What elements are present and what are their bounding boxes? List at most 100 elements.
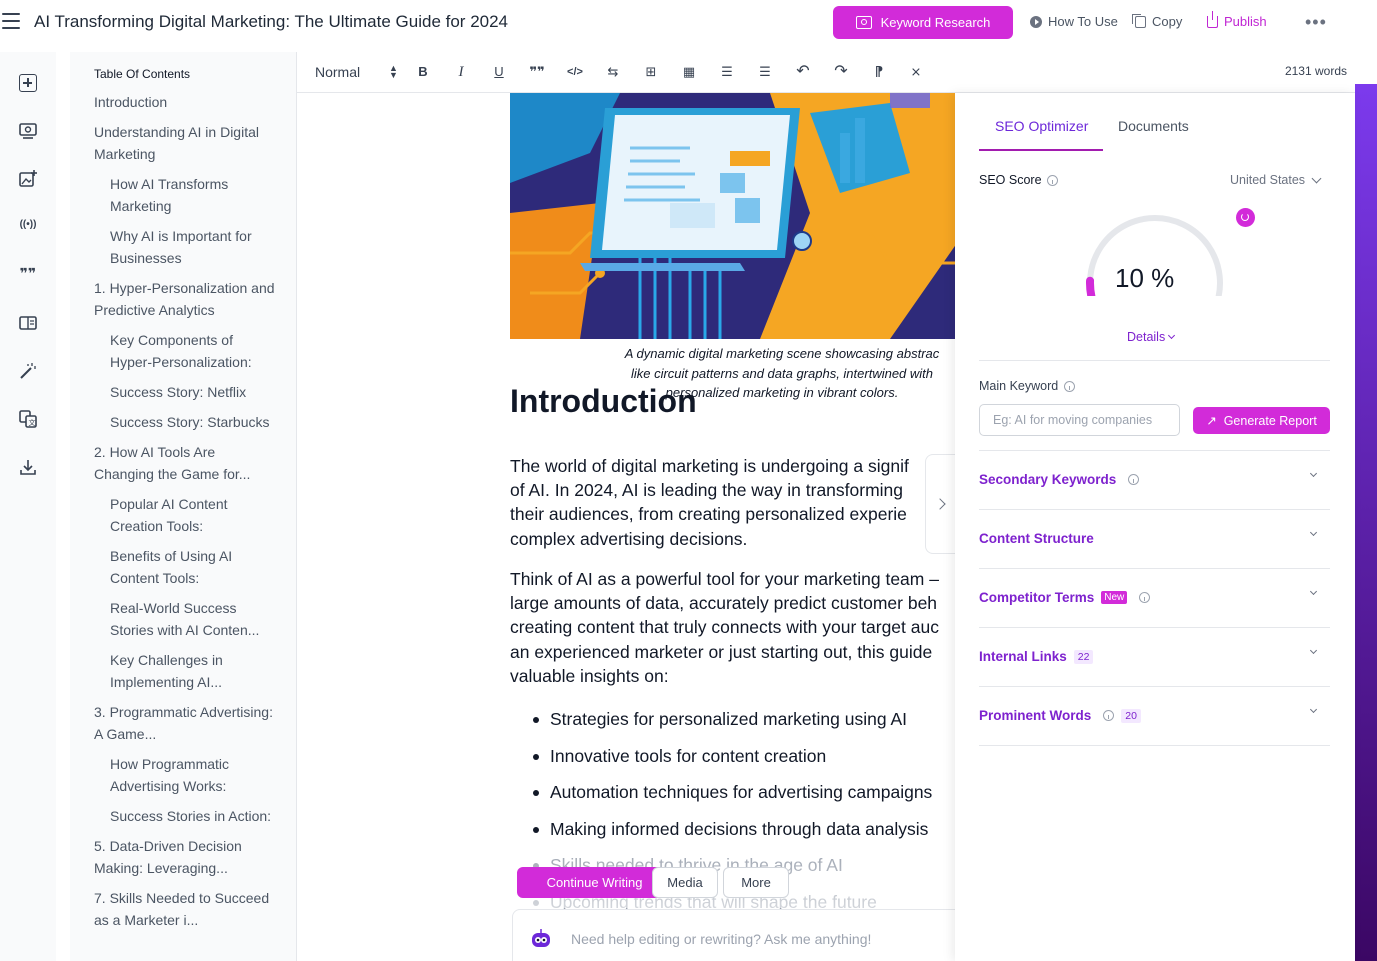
translate-icon[interactable]: 文 — [19, 410, 37, 428]
link-button[interactable]: ⇆ — [603, 63, 623, 81]
toc-item[interactable]: 3. Programmatic Advertising: A Game... — [70, 701, 275, 753]
toc-item[interactable]: Understanding AI in Digital Marketing — [70, 121, 275, 173]
toc-item[interactable]: Success Stories in Action: — [70, 805, 275, 835]
media-button[interactable]: Media — [652, 867, 718, 898]
ordered-list-button[interactable]: ☰ — [717, 63, 737, 81]
quote-button[interactable]: ❞❞ — [527, 63, 547, 81]
chevron-down-icon — [1309, 587, 1318, 596]
toc-item[interactable]: 2. How AI Tools Are Changing the Game fo… — [70, 441, 275, 493]
toc-item[interactable]: Real-World Success Stories with AI Conte… — [70, 597, 275, 649]
main-keyword-input[interactable] — [979, 404, 1180, 436]
download-icon[interactable] — [19, 458, 37, 476]
tab-seo-optimizer[interactable]: SEO Optimizer — [995, 118, 1088, 134]
text-direction-button[interactable]: ⁋ — [869, 63, 889, 81]
italic-button[interactable]: I — [451, 63, 471, 81]
seo-score-text: SEO Score — [979, 173, 1042, 187]
chevron-down-icon — [1168, 331, 1176, 339]
redo-button[interactable]: ↷ — [831, 63, 851, 81]
list-item[interactable]: Strategies for personalized marketing us… — [510, 707, 957, 744]
accordion-title: Internal Links 22 — [979, 649, 1094, 664]
more-button[interactable]: More — [723, 867, 789, 898]
info-icon[interactable] — [1064, 380, 1076, 392]
broadcast-icon[interactable]: ((•)) — [16, 219, 40, 230]
refresh-score-icon[interactable] — [1236, 208, 1255, 227]
accordion-title: Content Structure — [979, 531, 1094, 546]
add-image-icon[interactable] — [19, 170, 37, 188]
top-header: AI Transforming Digital Marketing: The U… — [0, 0, 1377, 44]
magic-wand-icon[interactable] — [19, 362, 37, 380]
accordion-content-structure[interactable]: Content Structure — [979, 510, 1330, 569]
main-keyword-label: Main Keyword — [979, 379, 1076, 393]
toc-item[interactable]: Success Story: Starbucks — [70, 411, 275, 441]
copy-button[interactable]: Copy — [1132, 13, 1183, 29]
text-style-updown-icon[interactable]: ▲ ▼ — [389, 64, 398, 80]
bold-button[interactable]: B — [413, 63, 433, 81]
toc-item[interactable]: Success Story: Netflix — [70, 381, 275, 411]
continue-writing-button[interactable]: Continue Writing — [517, 867, 672, 898]
seo-score-value: 10 % — [1115, 263, 1175, 293]
toc-item[interactable]: 1. Hyper-Personalization and Predictive … — [70, 277, 275, 329]
info-icon[interactable] — [1128, 474, 1140, 485]
underline-button[interactable]: U — [489, 63, 509, 81]
trend-icon: ↗ — [1206, 414, 1217, 428]
toc-item[interactable]: Why AI is Important for Businesses — [70, 225, 275, 277]
hamburger-menu-icon[interactable] — [2, 13, 20, 29]
info-icon[interactable] — [1139, 592, 1151, 603]
generate-report-button[interactable]: ↗ Generate Report — [1193, 407, 1330, 434]
country-select[interactable]: United States — [1230, 173, 1322, 187]
clear-format-button[interactable]: ⨯ — [906, 63, 926, 81]
toc-item[interactable]: How AI Transforms Marketing — [70, 173, 275, 225]
collapse-panel-chevron-icon[interactable] — [925, 454, 957, 554]
add-block-icon[interactable] — [19, 74, 37, 92]
paragraph-2[interactable]: Think of AI as a powerful tool for your … — [510, 567, 957, 688]
accordion-internal-links[interactable]: Internal Links 22 — [979, 628, 1330, 687]
accordion-label: Content Structure — [979, 531, 1094, 546]
count-badge: 20 — [1121, 708, 1141, 723]
list-item[interactable]: Making informed decisions through data a… — [510, 817, 957, 854]
accordion-prominent-words[interactable]: Prominent Words 20 — [979, 687, 1330, 746]
keyword-search-icon — [855, 16, 872, 29]
toc-item[interactable]: Key Challenges in Implementing AI... — [70, 649, 275, 701]
text-style-select[interactable]: Normal — [315, 64, 360, 80]
accordion-secondary-keywords[interactable]: Secondary Keywords — [979, 451, 1330, 510]
reader-icon[interactable] — [19, 314, 37, 332]
toc-item[interactable]: How Programmatic Advertising Works: — [70, 753, 275, 805]
toc-item[interactable]: 7. Skills Needed to Succeed as a Markete… — [70, 887, 275, 939]
insert-video-button[interactable]: ▦ — [679, 63, 699, 81]
copy-label: Copy — [1152, 14, 1183, 29]
info-icon[interactable] — [1103, 710, 1115, 721]
new-badge: New — [1101, 591, 1128, 604]
image-search-icon[interactable] — [19, 122, 37, 140]
section-heading[interactable]: Introduction — [510, 383, 697, 420]
chevron-down-icon — [1309, 469, 1318, 478]
ai-assistant-bar[interactable]: Need help editing or rewriting? Ask me a… — [512, 909, 957, 961]
document-title[interactable]: AI Transforming Digital Marketing: The U… — [34, 12, 508, 32]
toc-item[interactable]: Key Components of Hyper-Personalization: — [70, 329, 275, 381]
divider — [979, 360, 1330, 361]
toc-item[interactable]: Introduction — [70, 91, 275, 121]
paragraph-1[interactable]: The world of digital marketing is underg… — [510, 454, 957, 551]
list-item[interactable]: Innovative tools for content creation — [510, 744, 957, 781]
code-button[interactable]: </> — [565, 63, 585, 81]
insert-image-button[interactable]: ⊞ — [641, 63, 661, 81]
toc-item[interactable]: Popular AI Content Creation Tools: — [70, 493, 275, 545]
quote-icon[interactable]: ❞❞ — [16, 265, 40, 282]
details-toggle[interactable]: Details — [1127, 330, 1176, 344]
publish-button[interactable]: Publish — [1207, 10, 1267, 29]
hero-image[interactable] — [510, 93, 957, 339]
list-item[interactable]: Automation techniques for advertising ca… — [510, 780, 957, 817]
toc-item[interactable]: Benefits of Using AI Content Tools: — [70, 545, 275, 597]
more-options-icon[interactable]: ••• — [1305, 12, 1327, 33]
undo-button[interactable]: ↶ — [793, 63, 813, 81]
accordion-competitor-terms[interactable]: Competitor Terms New — [979, 569, 1330, 628]
ai-assistant-placeholder[interactable]: Need help editing or rewriting? Ask me a… — [571, 931, 871, 947]
how-to-use-button[interactable]: How To Use — [1030, 14, 1118, 29]
word-count: 2131 words — [1284, 64, 1347, 78]
toc-item[interactable]: 5. Data-Driven Decision Making: Leveragi… — [70, 835, 275, 887]
bullet-list-button[interactable]: ☰ — [755, 63, 775, 81]
tab-documents[interactable]: Documents — [1118, 118, 1189, 134]
seo-panel: SEO Optimizer Documents SEO Score United… — [955, 93, 1355, 961]
keyword-research-button[interactable]: Keyword Research — [833, 6, 1013, 39]
info-icon[interactable] — [1046, 174, 1058, 186]
editor-canvas[interactable]: A dynamic digital marketing scene showca… — [297, 93, 957, 961]
